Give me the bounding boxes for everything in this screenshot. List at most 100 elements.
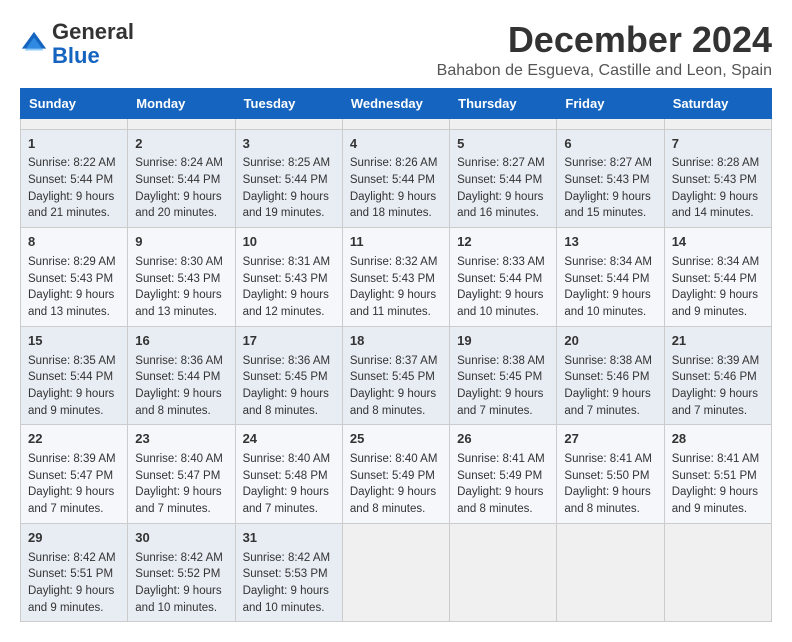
day-number: 25 [350,430,442,449]
day-number: 27 [564,430,656,449]
daylight-text: Daylight: 9 hours and 10 minutes. [564,289,650,318]
calendar-cell [450,523,557,622]
day-header-sunday: Sunday [21,88,128,118]
sunrise-text: Sunrise: 8:41 AM [457,453,545,465]
calendar-cell: 17Sunrise: 8:36 AMSunset: 5:45 PMDayligh… [235,326,342,425]
daylight-text: Daylight: 9 hours and 8 minutes. [243,388,329,417]
sunrise-text: Sunrise: 8:42 AM [243,552,331,564]
day-number: 4 [350,135,442,154]
sunrise-text: Sunrise: 8:36 AM [135,355,223,367]
day-number: 10 [243,233,335,252]
daylight-text: Daylight: 9 hours and 9 minutes. [672,289,758,318]
calendar-week-row: 1Sunrise: 8:22 AMSunset: 5:44 PMDaylight… [21,129,772,228]
calendar-cell: 7Sunrise: 8:28 AMSunset: 5:43 PMDaylight… [664,129,771,228]
sunset-text: Sunset: 5:43 PM [350,273,435,285]
calendar-cell: 30Sunrise: 8:42 AMSunset: 5:52 PMDayligh… [128,523,235,622]
day-number: 6 [564,135,656,154]
sunrise-text: Sunrise: 8:39 AM [672,355,760,367]
sunset-text: Sunset: 5:45 PM [350,371,435,383]
sunset-text: Sunset: 5:47 PM [135,470,220,482]
calendar-cell: 28Sunrise: 8:41 AMSunset: 5:51 PMDayligh… [664,425,771,524]
calendar-week-row: 8Sunrise: 8:29 AMSunset: 5:43 PMDaylight… [21,228,772,327]
sunrise-text: Sunrise: 8:27 AM [564,157,652,169]
daylight-text: Daylight: 9 hours and 7 minutes. [564,388,650,417]
sunrise-text: Sunrise: 8:29 AM [28,256,116,268]
sunrise-text: Sunrise: 8:38 AM [457,355,545,367]
day-header-friday: Friday [557,88,664,118]
sunrise-text: Sunrise: 8:40 AM [135,453,223,465]
sunset-text: Sunset: 5:51 PM [672,470,757,482]
sunrise-text: Sunrise: 8:42 AM [28,552,116,564]
sunrise-text: Sunrise: 8:39 AM [28,453,116,465]
logo-icon [20,30,48,58]
sunset-text: Sunset: 5:51 PM [28,568,113,580]
sunrise-text: Sunrise: 8:41 AM [672,453,760,465]
day-number: 20 [564,332,656,351]
calendar-cell [21,118,128,129]
calendar-cell: 10Sunrise: 8:31 AMSunset: 5:43 PMDayligh… [235,228,342,327]
daylight-text: Daylight: 9 hours and 9 minutes. [28,585,114,614]
daylight-text: Daylight: 9 hours and 8 minutes. [350,486,436,515]
day-number: 7 [672,135,764,154]
day-number: 18 [350,332,442,351]
calendar-week-row: 29Sunrise: 8:42 AMSunset: 5:51 PMDayligh… [21,523,772,622]
calendar-cell: 25Sunrise: 8:40 AMSunset: 5:49 PMDayligh… [342,425,449,524]
sunset-text: Sunset: 5:44 PM [28,371,113,383]
day-number: 22 [28,430,120,449]
sunset-text: Sunset: 5:50 PM [564,470,649,482]
calendar-cell: 21Sunrise: 8:39 AMSunset: 5:46 PMDayligh… [664,326,771,425]
sunset-text: Sunset: 5:44 PM [457,273,542,285]
day-number: 30 [135,529,227,548]
daylight-text: Daylight: 9 hours and 13 minutes. [28,289,114,318]
calendar-cell: 27Sunrise: 8:41 AMSunset: 5:50 PMDayligh… [557,425,664,524]
day-number: 13 [564,233,656,252]
day-number: 23 [135,430,227,449]
daylight-text: Daylight: 9 hours and 7 minutes. [135,486,221,515]
sunset-text: Sunset: 5:46 PM [564,371,649,383]
sunset-text: Sunset: 5:47 PM [28,470,113,482]
daylight-text: Daylight: 9 hours and 21 minutes. [28,191,114,220]
sunset-text: Sunset: 5:44 PM [243,174,328,186]
calendar-cell [342,523,449,622]
calendar-cell: 31Sunrise: 8:42 AMSunset: 5:53 PMDayligh… [235,523,342,622]
daylight-text: Daylight: 9 hours and 10 minutes. [135,585,221,614]
day-number: 26 [457,430,549,449]
sunset-text: Sunset: 5:43 PM [564,174,649,186]
sunrise-text: Sunrise: 8:28 AM [672,157,760,169]
daylight-text: Daylight: 9 hours and 19 minutes. [243,191,329,220]
sunrise-text: Sunrise: 8:25 AM [243,157,331,169]
day-header-row: SundayMondayTuesdayWednesdayThursdayFrid… [21,88,772,118]
calendar-week-row: 22 Sunrise: 8:39 AM Sunset: 5:47 PM Dayligh… [21,425,772,524]
calendar-cell: 1Sunrise: 8:22 AMSunset: 5:44 PMDaylight… [21,129,128,228]
day-number: 17 [243,332,335,351]
sunset-text: Sunset: 5:45 PM [457,371,542,383]
day-header-saturday: Saturday [664,88,771,118]
calendar-cell: 14Sunrise: 8:34 AMSunset: 5:44 PMDayligh… [664,228,771,327]
logo: General Blue [20,20,134,68]
calendar-cell: 23 Sunrise: 8:40 AM Sunset: 5:47 PM Dayligh… [128,425,235,524]
day-number: 19 [457,332,549,351]
calendar-cell: 18Sunrise: 8:37 AMSunset: 5:45 PMDayligh… [342,326,449,425]
calendar-cell [450,118,557,129]
logo-general: General [52,19,134,44]
calendar-cell: 16Sunrise: 8:36 AMSunset: 5:44 PMDayligh… [128,326,235,425]
calendar-cell: 29Sunrise: 8:42 AMSunset: 5:51 PMDayligh… [21,523,128,622]
calendar-cell [664,118,771,129]
daylight-text: Daylight: 9 hours and 13 minutes. [135,289,221,318]
calendar-cell: 3Sunrise: 8:25 AMSunset: 5:44 PMDaylight… [235,129,342,228]
sunrise-text: Sunrise: 8:42 AM [135,552,223,564]
daylight-text: Daylight: 9 hours and 7 minutes. [243,486,329,515]
sunrise-text: Sunrise: 8:36 AM [243,355,331,367]
day-number: 28 [672,430,764,449]
day-number: 21 [672,332,764,351]
calendar-cell: 26Sunrise: 8:41 AMSunset: 5:49 PMDayligh… [450,425,557,524]
daylight-text: Daylight: 9 hours and 20 minutes. [135,191,221,220]
day-number: 2 [135,135,227,154]
sunset-text: Sunset: 5:43 PM [28,273,113,285]
sunset-text: Sunset: 5:44 PM [28,174,113,186]
daylight-text: Daylight: 9 hours and 11 minutes. [350,289,436,318]
logo-text: General Blue [52,20,134,68]
calendar-cell: 13Sunrise: 8:34 AMSunset: 5:44 PMDayligh… [557,228,664,327]
day-header-monday: Monday [128,88,235,118]
sunset-text: Sunset: 5:43 PM [243,273,328,285]
